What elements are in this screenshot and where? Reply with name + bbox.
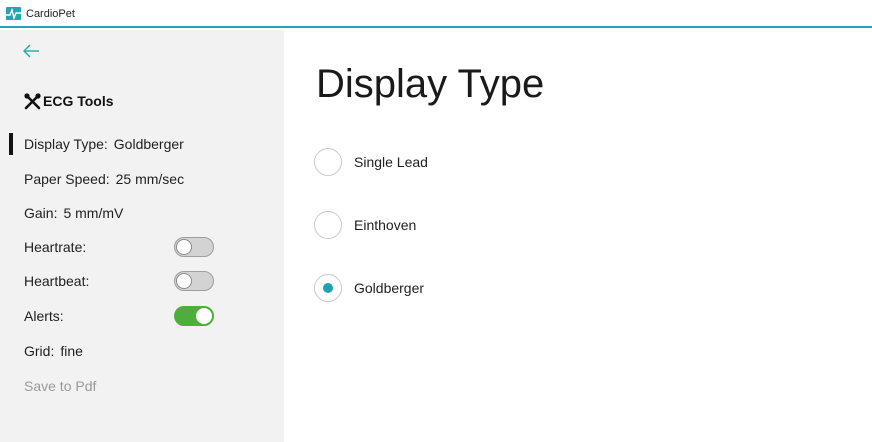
radio-label: Goldberger [354,280,425,296]
radio-button[interactable] [314,211,342,239]
sidebar: ECG Tools Display Type: Goldberger Paper … [0,30,284,442]
active-item-indicator [9,133,13,155]
radio-option-single-lead[interactable]: Single Lead [314,148,428,176]
sidebar-item-paper-speed[interactable]: Paper Speed: 25 mm/sec [24,171,184,187]
radio-label: Einthoven [354,217,417,233]
save-to-pdf-button[interactable]: Save to Pdf [24,378,96,394]
app-logo-icon [6,7,21,20]
alerts-toggle[interactable] [174,306,214,326]
paper-speed-value: 25 mm/sec [115,171,185,187]
back-arrow-icon[interactable] [22,44,40,58]
sidebar-item-grid[interactable]: Grid: fine [24,343,83,359]
sidebar-item-gain[interactable]: Gain: 5 mm/mV [24,205,123,221]
window-title: CardioPet [26,8,75,20]
heartrate-label: Heartrate: [24,239,87,255]
sidebar-item-heartbeat: Heartbeat: [24,273,89,289]
heartbeat-label: Heartbeat: [24,273,90,289]
grid-label: Grid: [24,343,55,359]
heartbeat-toggle[interactable] [174,271,214,291]
alerts-label: Alerts: [24,308,64,324]
ecg-tools-title: ECG Tools [43,93,114,109]
radio-button[interactable] [314,274,342,302]
toggle-knob [196,308,212,324]
tools-icon [24,92,41,109]
display-type-label: Display Type: [24,136,108,152]
radio-option-einthoven[interactable]: Einthoven [314,211,416,239]
paper-speed-label: Paper Speed: [24,171,110,187]
display-type-value: Goldberger [113,136,184,152]
page-title: Display Type [316,62,545,106]
grid-value: fine [60,343,83,359]
sidebar-item-heartrate: Heartrate: [24,239,86,255]
toggle-knob [176,273,192,289]
gain-label: Gain: [24,205,58,221]
gain-value: 5 mm/mV [63,205,124,221]
radio-button[interactable] [314,148,342,176]
toggle-knob [176,239,192,255]
title-bar: CardioPet [0,0,872,28]
radio-option-goldberger[interactable]: Goldberger [314,274,424,302]
sidebar-item-alerts: Alerts: [24,308,64,324]
heartrate-toggle[interactable] [174,237,214,257]
radio-label: Single Lead [354,154,428,170]
sidebar-item-display-type[interactable]: Display Type: Goldberger [24,136,184,152]
ecg-tools-header: ECG Tools [24,92,114,110]
